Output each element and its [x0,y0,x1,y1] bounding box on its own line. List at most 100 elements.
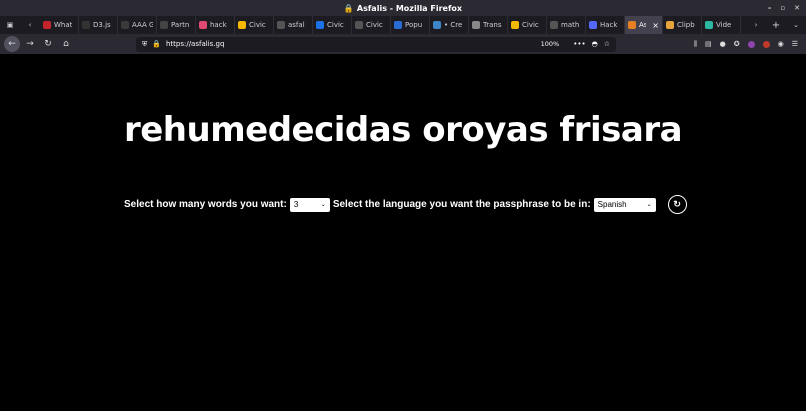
window-titlebar: 🔒 Asfalis - Mozilla Firefox – ▫ ✕ [0,0,806,16]
tab-label: Hack [600,21,618,29]
word-count-select[interactable]: 3 ⌄ [289,197,330,212]
tab-favicon-icon [277,21,285,29]
forward-button[interactable]: → [22,36,38,52]
refresh-icon: ↻ [673,199,681,209]
bookmark-star-icon[interactable]: ☆ [604,40,610,48]
menu-icon[interactable]: ☰ [792,40,798,48]
address-bar[interactable]: ⛨ 🔒 https://asfalis.gq 100% ••• ◓ ☆ [136,36,616,52]
pocket-icon[interactable]: ◓ [592,40,598,48]
tab-label: Trans [483,21,502,29]
minimize-button[interactable]: – [768,4,772,12]
tab-label: Civic [249,21,266,29]
tab-favicon-icon [316,21,324,29]
browser-tab[interactable]: Trans [469,16,508,34]
browser-tab[interactable]: D3.js [79,16,118,34]
tab-label: Civic [522,21,539,29]
lock-icon[interactable]: 🔒 [152,40,161,48]
browser-tab[interactable]: Civic [508,16,547,34]
tab-label: Popu [405,21,423,29]
library-icon[interactable]: ⫼ [694,40,697,49]
browser-tab[interactable]: What [40,16,79,34]
browser-tab[interactable]: Popu [391,16,430,34]
navigation-toolbar: ← → ↻ ⌂ ⛨ 🔒 https://asfalis.gq 100% ••• … [0,34,806,54]
language-select[interactable]: Spanish ⌄ [593,197,656,212]
browser-tab[interactable]: Civic [352,16,391,34]
tab-label: AAA Ga [132,21,153,29]
tab-bar: ▣ ‹ What D3.js AAA Ga Partn hack Civic asfal Ci… [0,16,806,34]
tab-favicon-icon [355,21,363,29]
language-label: Select the language you want the passphr… [332,199,591,210]
lock-icon: 🔒 [343,3,354,13]
tab-label: What [54,21,73,29]
browser-tab[interactable]: Clipb [663,16,702,34]
tab-favicon-icon [705,21,713,29]
browser-tab[interactable]: Hack [586,16,625,34]
account-icon[interactable]: ● [720,40,726,48]
tab-favicon-icon [511,21,519,29]
tab-label: D3.js [93,21,111,29]
url-text[interactable]: https://asfalis.gq [166,40,224,48]
tab-label: math [561,21,580,29]
browser-tab[interactable]: As × [625,16,663,34]
close-tab-icon[interactable]: × [652,21,659,30]
tab-label: Vide [716,21,732,29]
extension-shield-icon[interactable]: ◉ [778,40,784,48]
browser-tab[interactable]: math [547,16,586,34]
scroll-tabs-right-icon[interactable]: › [746,16,766,34]
extension-purple-icon[interactable] [747,40,755,48]
home-button[interactable]: ⌂ [58,36,74,52]
page-content: rehumedecidas oroyas frisara Select how … [0,54,806,411]
arrow-right-icon: → [26,39,34,49]
tab-favicon-icon [550,21,558,29]
zoom-level[interactable]: 100% [541,40,560,48]
reload-button[interactable]: ↻ [40,36,56,52]
extension-red-icon[interactable] [762,40,770,48]
tab-label: Civic [366,21,383,29]
sidebar-icon[interactable]: ▤ [705,40,712,48]
new-tab-icon[interactable]: + [766,16,786,34]
tab-favicon-icon [628,21,636,29]
tab-label: Clipb [677,21,695,29]
tab-favicon-icon [589,21,597,29]
browser-tab[interactable]: Partn [157,16,196,34]
tab-label: As [639,21,646,29]
tab-favicon-icon [472,21,480,29]
tab-label: asfal [288,21,305,29]
arrow-left-icon: ← [8,39,16,49]
word-count-value: 3 [293,200,299,209]
tab-favicon-icon [394,21,402,29]
tab-favicon-icon [160,21,168,29]
firefox-view-icon[interactable]: ▣ [0,16,20,34]
back-button[interactable]: ← [4,36,20,52]
browser-tab[interactable]: Civic [313,16,352,34]
scroll-tabs-left-icon[interactable]: ‹ [20,16,40,34]
tab-label: hack [210,21,227,29]
close-window-button[interactable]: ✕ [794,4,800,12]
tab-favicon-icon [666,21,674,29]
regenerate-button[interactable]: ↻ [667,195,687,214]
browser-tab[interactable]: Vide [702,16,741,34]
tracking-protection-icon[interactable]: ⛨ [142,40,147,49]
passphrase-controls: Select how many words you want: 3 ⌄ Sele… [124,195,687,214]
window-title: Asfalis - Mozilla Firefox [356,3,463,13]
passphrase-heading: rehumedecidas oroyas frisara [123,110,683,150]
tab-label: Partn [171,21,190,29]
words-label: Select how many words you want: [124,199,287,210]
tab-favicon-icon [238,21,246,29]
browser-tab[interactable]: AAA Ga [118,16,157,34]
browser-tab[interactable]: Civic [235,16,274,34]
list-tabs-icon[interactable]: ⌄ [786,16,806,34]
tab-favicon-icon [121,21,129,29]
browser-tab[interactable]: • Cre [430,16,469,34]
reload-icon: ↻ [44,39,52,49]
window-controls: – ▫ ✕ [768,0,800,16]
tab-favicon-icon [199,21,207,29]
toolbar-extensions: ⫼ ▤ ● ✪ ◉ ☰ [694,40,802,49]
browser-tab[interactable]: asfal [274,16,313,34]
extension-icon[interactable]: ✪ [734,40,740,48]
browser-tab[interactable]: hack [196,16,235,34]
more-actions-icon[interactable]: ••• [573,40,585,48]
language-value: Spanish [597,200,627,209]
maximize-button[interactable]: ▫ [780,4,785,12]
tab-favicon-icon [82,21,90,29]
